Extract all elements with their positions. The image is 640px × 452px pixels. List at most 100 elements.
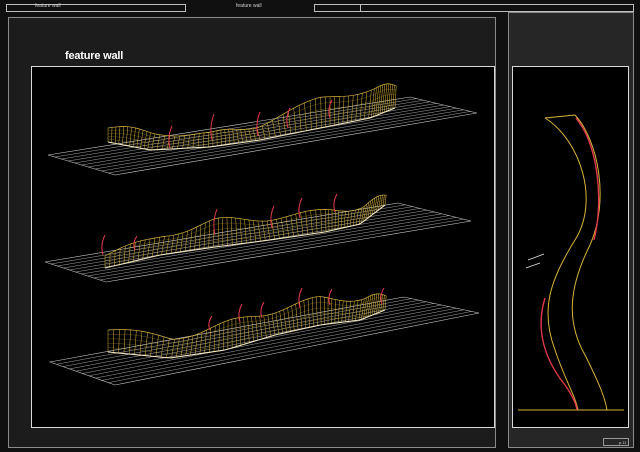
plan-marker-line (527, 253, 545, 261)
wall-mesh-rib (285, 216, 290, 238)
wall-mesh-rib (346, 211, 350, 228)
ground-grid-line (101, 309, 465, 381)
wall-mesh-rib (166, 235, 170, 255)
wall-mesh-rib (376, 293, 380, 314)
ground-grid-line (75, 303, 435, 372)
wall-mesh-rib (346, 95, 349, 123)
wall-mesh-rib (320, 296, 322, 325)
plan-inner-edge (571, 114, 608, 411)
wall-mesh-rib (118, 248, 121, 265)
wall-mesh-rib (255, 316, 259, 341)
section-cut-line (333, 193, 338, 213)
wall-mesh-rib (114, 126, 117, 144)
wall-mesh-rib (137, 240, 141, 261)
wall-mesh-rib (290, 215, 294, 237)
ground-grid-line (69, 210, 428, 271)
wall-mesh-rib (220, 129, 222, 146)
wall-perspective-top (47, 83, 478, 176)
wall-mesh-rib (325, 209, 327, 232)
plan-section-red-bottom (540, 297, 578, 411)
ground-grid-line (57, 206, 413, 267)
ground-grid-line (81, 213, 442, 275)
wall-mesh-rib (208, 132, 210, 148)
wall-mesh-rib (143, 131, 148, 149)
wall-mesh-rib (388, 84, 391, 111)
wall-mesh-rib (239, 218, 242, 244)
wall-mesh-rib (343, 211, 346, 228)
wall-mesh-rib (176, 338, 180, 358)
wall-mesh-rib (342, 96, 345, 124)
wall-mesh-rib (189, 229, 193, 251)
wall-mesh-rib (315, 209, 318, 234)
wall-mesh-rib (150, 333, 154, 357)
wall-mesh-rib (293, 108, 297, 133)
wall-mesh-rib (355, 300, 359, 321)
wall-mesh-rib (355, 209, 359, 225)
wall-mesh-rib (352, 210, 356, 226)
wall-mesh-rib (194, 227, 197, 250)
wall-mesh-rib (382, 195, 385, 207)
wall-mesh-rib (136, 128, 140, 148)
wall-mesh-rib (263, 315, 267, 338)
wall-mesh-rib (156, 134, 161, 150)
page-number: p.11 (619, 440, 627, 445)
wall-mesh-rib (235, 218, 238, 245)
wall-mesh-rib (386, 83, 390, 112)
wall-mesh-rib (344, 301, 348, 322)
wall-mesh-rib (283, 309, 287, 333)
plan-outer-edge (544, 117, 587, 411)
wall-mesh-rib (140, 130, 144, 149)
wall-mesh-rib (213, 325, 216, 352)
drawing-canvas (44, 83, 624, 411)
wall-mesh-rib (147, 132, 151, 150)
wall-mesh-rib (202, 132, 205, 148)
wall-mesh-rib (175, 233, 179, 253)
wall-mesh-rib (348, 301, 351, 322)
wall-mesh-rib (267, 314, 271, 337)
wall-mesh-rib (351, 95, 354, 122)
ground-plane-outline (44, 202, 472, 283)
wall-mesh-rib (378, 195, 381, 210)
wall-mesh-rib (259, 316, 263, 339)
ground-grid-line (108, 311, 472, 383)
wall-plan (518, 114, 624, 411)
wall-mesh-rib (390, 84, 393, 110)
wall-perspective-middle (44, 193, 472, 283)
wall-mesh-rib (171, 339, 175, 358)
wall-mesh-rib (232, 129, 235, 144)
wall-mesh-rib (351, 301, 355, 322)
ground-grid-line (95, 308, 457, 379)
section-cut-line (210, 113, 215, 141)
wall-mesh-rib (224, 129, 226, 145)
wall-mesh-rib (384, 194, 387, 206)
wall-mesh-rib (170, 235, 175, 254)
wall-mesh-rib (118, 126, 121, 145)
wall-mesh-rib (185, 336, 189, 356)
wall-mesh-rib (199, 332, 203, 354)
wall-mesh-rib (309, 100, 312, 130)
wall-mesh-rib (209, 327, 212, 353)
wall-mesh-rib (160, 336, 165, 358)
wall-mesh-rib (298, 105, 302, 132)
wall-mesh-rib (194, 333, 198, 355)
wall-mesh-rib (315, 98, 317, 129)
wall-mesh-rib (151, 237, 156, 257)
wall-mesh-rib (123, 329, 126, 354)
wall-mesh-rib (134, 330, 137, 355)
wall-mesh-rib (114, 250, 116, 266)
wall-mesh-rib (305, 211, 308, 235)
wall-mesh-rib (300, 212, 304, 236)
wall-mesh-rib (139, 331, 143, 356)
wall-mesh-rib (248, 219, 252, 243)
wall-mesh-rib (177, 135, 181, 149)
wall-mesh-rib (151, 133, 155, 150)
wall-mesh-contour (107, 89, 397, 139)
wall-mesh-rib (316, 296, 318, 326)
wall-mesh-rib (311, 297, 314, 327)
plan-top-cap (544, 114, 576, 119)
plan-marker-line (525, 262, 541, 269)
wall-mesh-rib (382, 295, 385, 311)
section-cut-line (238, 303, 243, 323)
wall-mesh-rib (320, 209, 323, 233)
wall-mesh-rib (334, 299, 336, 324)
